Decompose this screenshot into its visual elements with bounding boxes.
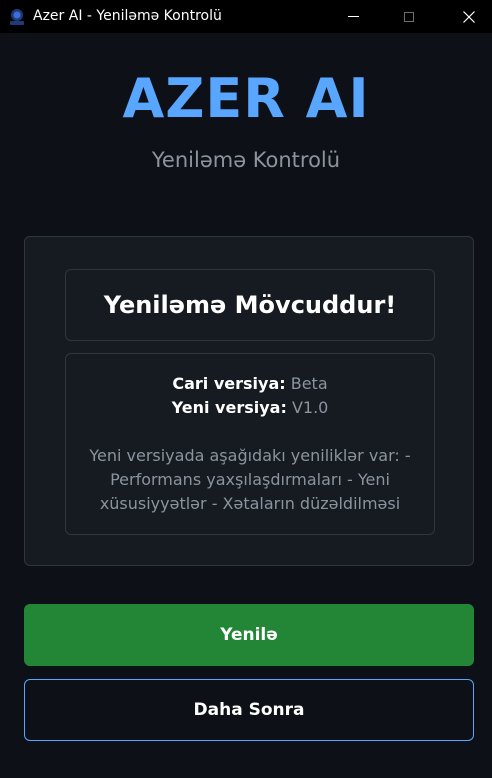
maximize-icon — [404, 11, 414, 22]
later-button[interactable]: Daha Sonra — [24, 679, 474, 741]
update-button[interactable]: Yenilə — [24, 604, 474, 666]
page-subtitle: Yeniləmə Kontrolü — [151, 148, 341, 172]
close-icon — [463, 10, 475, 23]
app-icon — [10, 9, 24, 25]
current-version-label: Cari versiya: — [172, 374, 286, 393]
heading-card: Yeniləmə Mövcuddur! — [65, 269, 435, 341]
minimize-icon — [347, 16, 359, 17]
maximize-button[interactable] — [386, 0, 432, 33]
current-version-value: Beta — [290, 374, 328, 393]
new-version-line: Yeni versiya: V1.0 — [66, 396, 434, 420]
new-version-value: V1.0 — [291, 398, 329, 417]
close-button[interactable] — [446, 0, 492, 33]
minimize-button[interactable] — [330, 0, 376, 33]
update-heading: Yeniləmə Mövcuddur! — [103, 291, 397, 319]
title-bar[interactable]: Azer AI - Yeniləmə Kontrolü — [0, 0, 492, 33]
version-info-card: Cari versiya: Beta Yeni versiya: V1.0 Ye… — [65, 353, 435, 535]
new-version-label: Yeni versiya: — [171, 398, 287, 417]
current-version-line: Cari versiya: Beta — [66, 372, 434, 396]
update-panel: Yeniləmə Mövcuddur! Cari versiya: Beta Y… — [24, 236, 474, 566]
brand-logo-text: AZER AI — [122, 67, 370, 130]
window-title: Azer AI - Yeniləmə Kontrolü — [33, 8, 222, 24]
release-notes: Yeni versiyada aşağıdakı yeniliklər var:… — [89, 446, 411, 513]
